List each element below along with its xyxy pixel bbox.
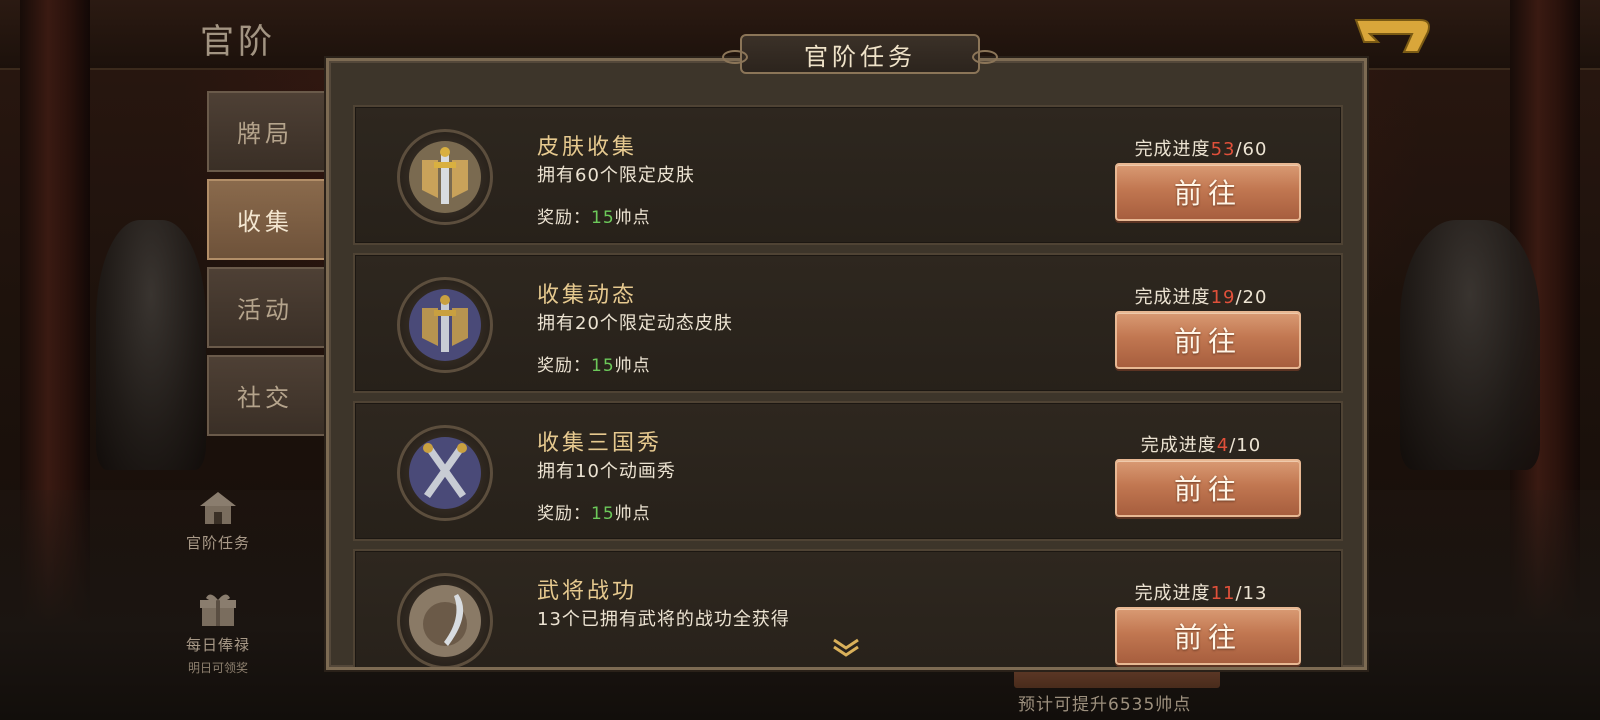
tab-label: 社交 [237,384,293,412]
task-description: 拥有20个限定动态皮肤 [537,313,733,334]
daily-salary-sublabel: 明日可领奖 [188,661,249,675]
panel-title-text: 官阶任务 [804,42,916,71]
progress-total: /10 [1229,435,1262,456]
task-title: 武将战功 [537,579,638,604]
golden-sword-medal-icon [397,129,493,225]
tab-card-game[interactable]: 牌局 [207,91,325,172]
reward-value: 15 [591,208,615,228]
progress-current: 4 [1216,435,1230,456]
reward-value: 15 [591,356,615,376]
back-arrow-icon[interactable] [1350,12,1434,60]
rank-task-panel: 皮肤收集 拥有60个限定皮肤 奖励：15帅点 完成进度53/60 前往 收集动态… [326,58,1367,670]
reward-unit: 帅点 [614,504,651,524]
daily-salary-label: 每日俸禄 [186,636,251,654]
go-button[interactable]: 前往 [1115,607,1301,665]
go-button[interactable]: 前往 [1115,163,1301,221]
game-screen: 官阶 牌局 收集 活动 社交 官阶任务 每日俸禄 明日可领奖 预计可提升6535… [0,0,1600,720]
panel-title: 官阶任务 [722,34,998,74]
progress-total: /60 [1235,139,1268,160]
progress-label: 完成进度 [1140,435,1217,456]
task-title: 收集三国秀 [537,431,663,456]
progress-total: /13 [1235,583,1268,604]
task-progress: 完成进度4/10 [1101,431,1301,457]
blue-sword-medal-icon [397,277,493,373]
lion-statue [1400,220,1540,470]
task-reward: 奖励：15帅点 [537,351,651,376]
tab-social[interactable]: 社交 [207,355,325,436]
task-row: 皮肤收集 拥有60个限定皮肤 奖励：15帅点 完成进度53/60 前往 [353,105,1343,245]
tab-activity[interactable]: 活动 [207,267,325,348]
crossed-swords-medal-icon [397,425,493,521]
rank-tasks-menu[interactable]: 官阶任务 [186,488,250,553]
double-chevron-down-icon[interactable] [826,638,866,658]
task-description: 拥有10个动画秀 [537,461,676,482]
lion-statue [96,220,206,470]
progress-current: 11 [1210,583,1236,604]
upgrade-hint: 预计可提升6535帅点 [1018,695,1192,715]
reward-value: 15 [591,504,615,524]
progress-label: 完成进度 [1134,287,1211,308]
task-list[interactable]: 皮肤收集 拥有60个限定皮肤 奖励：15帅点 完成进度53/60 前往 收集动态… [353,105,1343,667]
tab-label: 收集 [237,208,293,236]
task-row: 收集三国秀 拥有10个动画秀 奖励：15帅点 完成进度4/10 前往 [353,401,1343,541]
shield-blade-medal-icon [397,573,493,667]
task-progress: 完成进度11/13 [1101,579,1301,605]
task-progress: 完成进度53/60 [1101,135,1301,161]
task-title: 皮肤收集 [537,135,638,160]
progress-label: 完成进度 [1134,139,1211,160]
progress-label: 完成进度 [1134,583,1211,604]
task-row: 收集动态 拥有20个限定动态皮肤 奖励：15帅点 完成进度19/20 前往 [353,253,1343,393]
page-title: 官阶 [200,22,276,62]
task-progress: 完成进度19/20 [1101,283,1301,309]
reward-label: 奖励： [537,504,591,524]
tab-collection[interactable]: 收集 [207,179,325,260]
progress-total: /20 [1235,287,1268,308]
task-title: 收集动态 [537,283,638,308]
progress-current: 19 [1210,287,1236,308]
task-reward: 奖励：15帅点 [537,203,651,228]
go-button[interactable]: 前往 [1115,459,1301,517]
reward-label: 奖励： [537,356,591,376]
progress-current: 53 [1210,139,1236,160]
tab-label: 牌局 [237,120,293,148]
gift-box-icon [200,594,236,626]
reward-unit: 帅点 [614,208,651,228]
task-reward: 奖励：15帅点 [537,499,651,524]
task-description: 拥有60个限定皮肤 [537,165,695,186]
go-button[interactable]: 前往 [1115,311,1301,369]
task-description: 13个已拥有武将的战功全获得 [537,609,790,630]
daily-salary-menu[interactable]: 每日俸禄 明日可领奖 [186,590,250,676]
building-icon [200,492,236,524]
reward-label: 奖励： [537,208,591,228]
reward-unit: 帅点 [614,356,651,376]
tab-label: 活动 [237,296,293,324]
rank-tasks-label: 官阶任务 [186,534,251,552]
